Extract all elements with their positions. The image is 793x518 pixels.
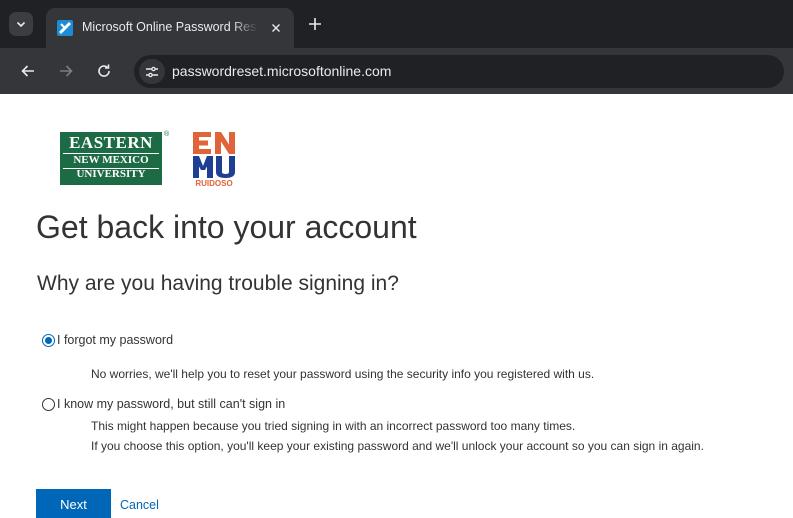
tab-close-button[interactable] bbox=[268, 20, 284, 36]
enmu-logo-line3: UNIVERSITY bbox=[76, 168, 146, 180]
enmu-logo-line1: EASTERN bbox=[69, 133, 153, 152]
new-tab-button[interactable] bbox=[303, 12, 327, 36]
cancel-link[interactable]: Cancel bbox=[120, 498, 159, 512]
tune-icon bbox=[146, 66, 158, 77]
account-locked-description-line2: If you choose this option, you'll keep y… bbox=[91, 439, 704, 453]
forgot-password-label[interactable]: I forgot my password bbox=[57, 333, 173, 347]
close-icon bbox=[272, 24, 280, 32]
account-locked-description-line1: This might happen because you tried sign… bbox=[91, 419, 576, 433]
tab-search-button[interactable] bbox=[9, 12, 33, 36]
tab-title: Microsoft Online Password Reset bbox=[82, 20, 258, 34]
enmu-trademark: ® bbox=[164, 131, 170, 138]
browser-toolbar: passwordreset.microsoftonline.com bbox=[0, 48, 793, 94]
browser-tab[interactable]: Microsoft Online Password Reset bbox=[46, 8, 294, 48]
forward-button[interactable] bbox=[54, 59, 78, 83]
browser-tabstrip: Microsoft Online Password Reset bbox=[0, 0, 793, 48]
page-title: Get back into your account bbox=[36, 209, 417, 245]
forgot-password-description: No worries, we'll help you to reset your… bbox=[91, 367, 595, 381]
enmu-logo-line2: NEW MEXICO bbox=[73, 154, 149, 166]
arrow-right-icon bbox=[60, 65, 73, 77]
option-account-locked[interactable]: I know my password, but still can't sign… bbox=[42, 396, 307, 414]
plus-icon bbox=[309, 18, 321, 30]
account-locked-radio[interactable] bbox=[42, 398, 55, 411]
enmu-logo: EASTERN NEW MEXICO UNIVERSITY bbox=[60, 132, 162, 185]
account-locked-label[interactable]: I know my password, but still can't sign… bbox=[57, 397, 285, 411]
reload-button[interactable] bbox=[92, 59, 116, 83]
reload-icon bbox=[98, 64, 110, 77]
arrow-left-icon bbox=[21, 65, 34, 77]
url-text: passwordreset.microsoftonline.com bbox=[172, 63, 392, 79]
back-button[interactable] bbox=[16, 59, 40, 83]
site-info-button[interactable] bbox=[139, 59, 165, 84]
address-bar[interactable]: passwordreset.microsoftonline.com bbox=[134, 55, 784, 88]
ruidoso-label: RUIDOSO bbox=[195, 179, 233, 188]
option-forgot-password[interactable]: I forgot my password bbox=[42, 332, 192, 350]
chevron-down-icon bbox=[16, 21, 26, 28]
next-button[interactable]: Next bbox=[36, 489, 111, 518]
enmu-ruidoso-logo bbox=[193, 132, 235, 178]
forgot-password-radio[interactable] bbox=[42, 334, 55, 347]
page-subtitle: Why are you having trouble signing in? bbox=[37, 272, 399, 295]
microsoft-password-reset-icon bbox=[57, 20, 73, 36]
